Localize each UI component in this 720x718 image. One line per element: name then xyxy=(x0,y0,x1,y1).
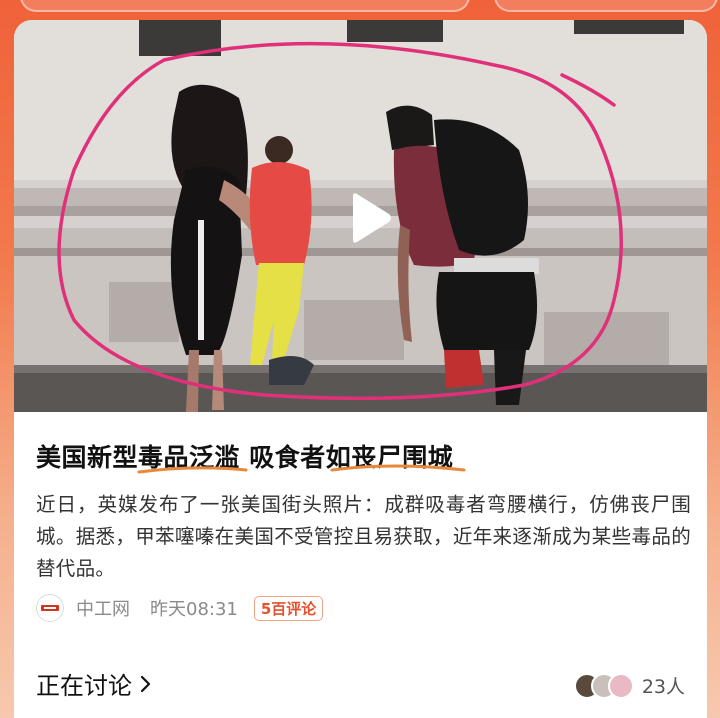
source-name[interactable]: 中工网 xyxy=(76,595,130,621)
avatar xyxy=(607,672,634,699)
participants[interactable]: 23人 xyxy=(573,672,685,699)
comments-badge[interactable]: 5百评论 xyxy=(253,595,324,621)
article-meta: 中工网 昨天08:31 5百评论 xyxy=(36,594,324,622)
chevron-right-icon xyxy=(140,675,151,692)
publish-time: 昨天08:31 xyxy=(150,599,238,620)
video-thumbnail[interactable] xyxy=(14,20,707,412)
discussion-label: 正在讨论 xyxy=(36,672,132,700)
participants-count: 23人 xyxy=(641,676,685,698)
discussion-link[interactable]: 正在讨论 xyxy=(36,666,152,701)
top-tab-right[interactable] xyxy=(494,0,718,12)
article-title[interactable]: 美国新型毒品泛滥 吸食者如丧尸围城 xyxy=(36,438,453,474)
article-summary: 近日，英媒发布了一张美国街头照片：成群吸毒者弯腰横行，仿佛丧尸围城。据悉，甲苯噻… xyxy=(36,493,691,580)
avatar-stack xyxy=(573,672,634,699)
news-card[interactable]: 美国新型毒品泛滥 吸食者如丧尸围城 近日，英媒发布了一张美国街头照片：成群吸毒者… xyxy=(14,20,707,718)
top-tab-left[interactable] xyxy=(20,0,470,12)
play-icon[interactable] xyxy=(339,190,395,246)
source-logo-icon xyxy=(36,594,64,622)
